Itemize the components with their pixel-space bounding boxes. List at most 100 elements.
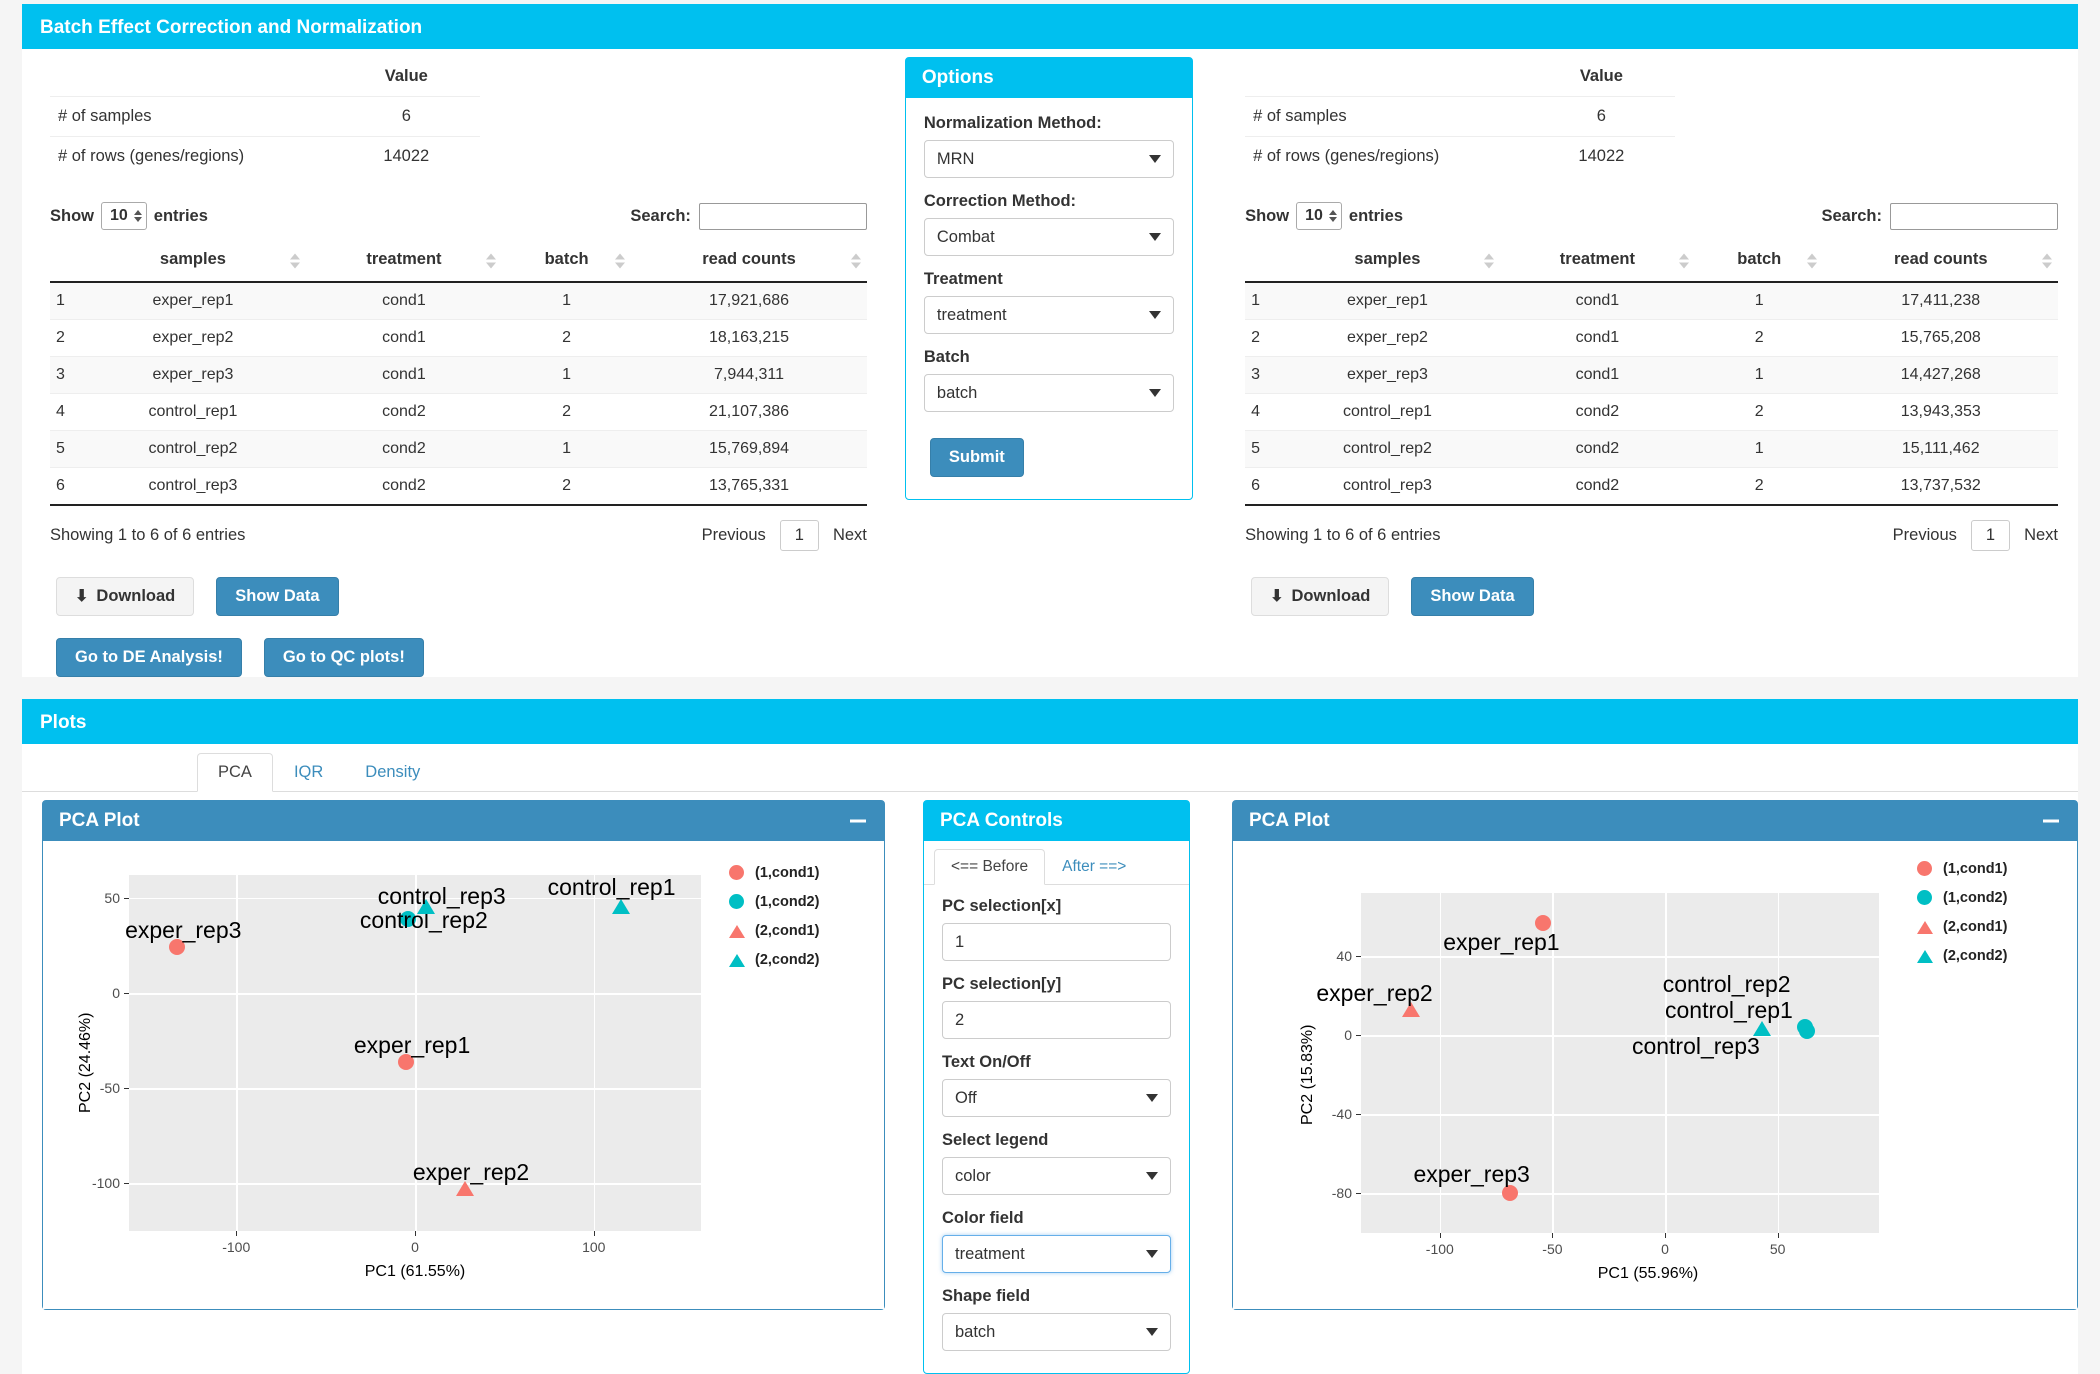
summary-value-header: Value — [384, 67, 428, 85]
samples-table-left: samples treatment batch read counts 1 exper_… — [50, 240, 867, 506]
go-to-de-analysis-button[interactable]: Go to DE Analysis! — [56, 638, 242, 677]
page-1-button-left[interactable]: 1 — [779, 520, 819, 551]
table-cell: 5 — [1245, 430, 1276, 468]
summary-row-value: 14022 — [332, 136, 480, 176]
correction-method-select[interactable]: Combat — [923, 218, 1175, 256]
table-row[interactable]: 3 exper_rep3 cond1 1 7,944,311 — [50, 356, 867, 394]
text-onoff-select[interactable]: Off — [942, 1079, 1171, 1117]
sort-arrows-icon[interactable] — [2042, 253, 2052, 268]
pc-selection-y-input[interactable] — [942, 1001, 1171, 1039]
column-header-read-counts[interactable]: read counts — [1823, 240, 2058, 283]
x-tick-mark — [236, 1231, 238, 1236]
column-header-read-counts[interactable]: read counts — [631, 240, 867, 283]
sort-arrows-icon[interactable] — [615, 253, 626, 268]
pc-selection-y-label: PC selection[y] — [942, 975, 1062, 993]
table-row[interactable]: 1 exper_rep1 cond1 1 17,921,686 — [50, 282, 867, 320]
next-button-right[interactable]: Next — [2024, 526, 2058, 545]
previous-button-left[interactable]: Previous — [702, 526, 766, 545]
select-legend-select[interactable]: color — [942, 1157, 1171, 1195]
download-button-right[interactable]: ⬇ Download — [1251, 577, 1390, 616]
column-header-index[interactable] — [1245, 240, 1276, 283]
table-cell: 4 — [1245, 393, 1276, 431]
page-length-control-right[interactable]: Show 10 entries — [1245, 202, 1403, 230]
search-input-left[interactable] — [698, 202, 867, 230]
search-label-left: Search: — [630, 206, 691, 225]
tab-density[interactable]: Density — [344, 753, 441, 792]
after-column: Value # of samples 6 # of rows (genes/regi… — [1223, 49, 2078, 616]
sort-arrows-icon[interactable] — [289, 253, 300, 268]
download-button-left[interactable]: ⬇ Download — [56, 577, 195, 616]
summary-row-label: # of samples — [50, 96, 333, 137]
search-input-right[interactable] — [1890, 202, 2058, 230]
gridline-horizontal — [1361, 1193, 1879, 1195]
normalization-method-select[interactable]: MRN — [923, 140, 1175, 178]
show-data-button-left[interactable]: Show Data — [216, 577, 339, 616]
table-cell: 3 — [1245, 356, 1276, 394]
data-point-label: exper_rep3 — [1413, 1161, 1530, 1188]
show-data-button-right[interactable]: Show Data — [1411, 577, 1534, 616]
batch-select[interactable]: batch — [923, 374, 1175, 412]
column-header-treatment[interactable]: treatment — [1499, 240, 1695, 283]
page-length-control-left[interactable]: Show 10 entries — [50, 202, 208, 230]
page-length-stepper-right[interactable]: 10 — [1296, 202, 1342, 230]
column-header-index[interactable] — [50, 240, 80, 283]
pc-selection-x-label: PC selection[x] — [942, 897, 1062, 915]
sort-arrows-icon[interactable] — [1807, 253, 1818, 268]
table-row[interactable]: 4 control_rep1 cond2 2 21,107,386 — [50, 393, 867, 431]
column-header-batch[interactable]: batch — [1695, 240, 1824, 283]
column-header-samples[interactable]: samples — [80, 240, 306, 283]
tab-before[interactable]: <== Before — [934, 849, 1046, 885]
sort-arrows-icon[interactable] — [486, 253, 497, 268]
column-header-samples[interactable]: samples — [1275, 240, 1500, 283]
before-column: Value # of samples 6 # of rows (genes/regi… — [22, 49, 887, 677]
x-tick-label: 0 — [1661, 1241, 1669, 1257]
table-row[interactable]: 4 control_rep1 cond2 2 13,943,353 — [1245, 393, 2058, 431]
x-tick-label: -100 — [1425, 1241, 1454, 1257]
minimize-icon[interactable] — [850, 819, 866, 823]
tab-iqr[interactable]: IQR — [273, 753, 344, 792]
previous-button-right[interactable]: Previous — [1893, 526, 1957, 545]
summary-body-left: # of samples 6 # of rows (genes/regions) 14… — [50, 96, 480, 176]
shape-field-select[interactable]: batch — [942, 1313, 1171, 1351]
table-row[interactable]: 6 control_rep3 cond2 2 13,765,331 — [50, 467, 867, 506]
table-row[interactable]: 1 exper_rep1 cond1 1 17,411,238 — [1245, 282, 2058, 320]
table-row[interactable]: 2 exper_rep2 cond1 2 15,765,208 — [1245, 319, 2058, 357]
stepper-arrows-icon[interactable] — [1328, 210, 1337, 222]
column-header-treatment[interactable]: treatment — [305, 240, 503, 283]
table-cell: 2 — [1695, 393, 1824, 431]
table-row[interactable]: 5 control_rep2 cond2 1 15,769,894 — [50, 430, 867, 468]
y-tick-label: 0 — [1344, 1027, 1352, 1044]
table-row[interactable]: 3 exper_rep3 cond1 1 14,427,268 — [1245, 356, 2058, 394]
go-to-qc-plots-button[interactable]: Go to QC plots! — [263, 638, 424, 677]
page-1-button-right[interactable]: 1 — [1970, 520, 2011, 551]
x-tick-mark — [1777, 1233, 1779, 1238]
correction-method-value: Combat — [936, 227, 995, 246]
pc-selection-x-input[interactable] — [942, 923, 1171, 961]
next-button-left[interactable]: Next — [833, 526, 867, 545]
column-header-batch[interactable]: batch — [502, 240, 632, 283]
table-row[interactable]: 5 control_rep2 cond2 1 15,111,462 — [1245, 430, 2058, 468]
sort-arrows-icon[interactable] — [1679, 253, 1689, 268]
submit-button[interactable]: Submit — [929, 438, 1024, 477]
treatment-select[interactable]: treatment — [923, 296, 1175, 334]
sort-arrows-icon[interactable] — [1483, 253, 1494, 268]
plots-panel: Plots PCA IQR Density PCA Plot -100 0 100 -10… — [22, 699, 2078, 1374]
color-field-select[interactable]: treatment — [942, 1235, 1171, 1273]
table-cell: cond2 — [305, 430, 503, 468]
tab-pca[interactable]: PCA — [197, 753, 273, 792]
chevron-down-icon — [1146, 1094, 1158, 1102]
legend-symbol-circle-icon — [729, 865, 745, 881]
datatable-footer-right: Showing 1 to 6 of 6 entries Previous 1 N… — [1245, 520, 2058, 551]
table-cell: 15,111,462 — [1823, 430, 2058, 468]
x-tick-mark — [593, 1231, 595, 1236]
table-row[interactable]: 6 control_rep3 cond2 2 13,737,532 — [1245, 467, 2058, 506]
table-row[interactable]: 2 exper_rep2 cond1 2 18,163,215 — [50, 319, 867, 357]
stepper-arrows-icon[interactable] — [133, 210, 142, 222]
legend-label: (1,cond2) — [1943, 890, 2008, 906]
sort-arrows-icon[interactable] — [850, 253, 861, 268]
page-length-stepper-left[interactable]: 10 — [101, 202, 147, 230]
tab-after[interactable]: After ==> — [1045, 849, 1143, 885]
data-point-label: control_rep3 — [377, 883, 506, 910]
legend-symbol-triangle-icon — [729, 923, 745, 939]
minimize-icon[interactable] — [2043, 819, 2059, 823]
